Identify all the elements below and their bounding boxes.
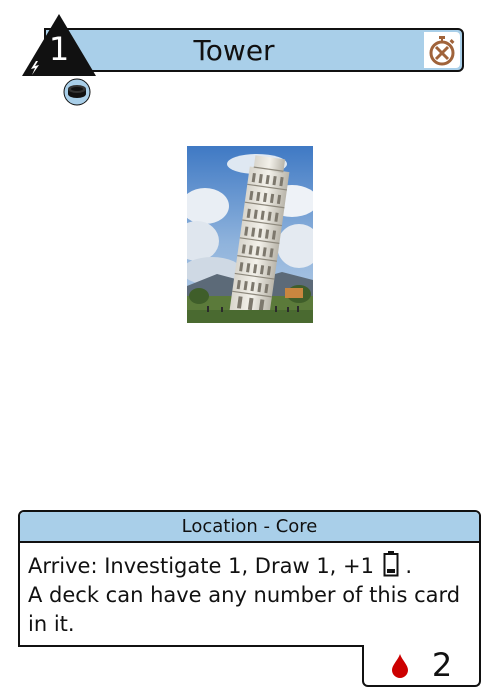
- battery-icon: [383, 551, 399, 577]
- coin-token-icon: [63, 78, 91, 106]
- ability-line: Arrive: Investigate 1, Draw 1, +1 .: [28, 551, 471, 581]
- card-title: Tower: [193, 34, 275, 67]
- blood-drop-icon: [392, 654, 408, 678]
- card-artwork: [187, 146, 313, 323]
- stopwatch-icon: [429, 36, 455, 66]
- ability-end: .: [405, 554, 413, 578]
- card-text: Arrive: Investigate 1, Draw 1, +1 . A de…: [20, 543, 479, 639]
- blood-cost-value: 2: [431, 646, 453, 684]
- title-bar: Tower: [44, 28, 464, 72]
- cost-number: 1: [48, 30, 70, 68]
- timer-box: [424, 32, 460, 68]
- ability-text: Arrive: Investigate 1, Draw 1, +1: [28, 554, 374, 578]
- type-line: Location - Core: [20, 512, 479, 543]
- blood-cost-box: 2: [362, 645, 481, 687]
- rule-text: A deck can have any number of this card …: [28, 583, 461, 636]
- card-info-box: Location - Core Arrive: Investigate 1, D…: [18, 510, 481, 647]
